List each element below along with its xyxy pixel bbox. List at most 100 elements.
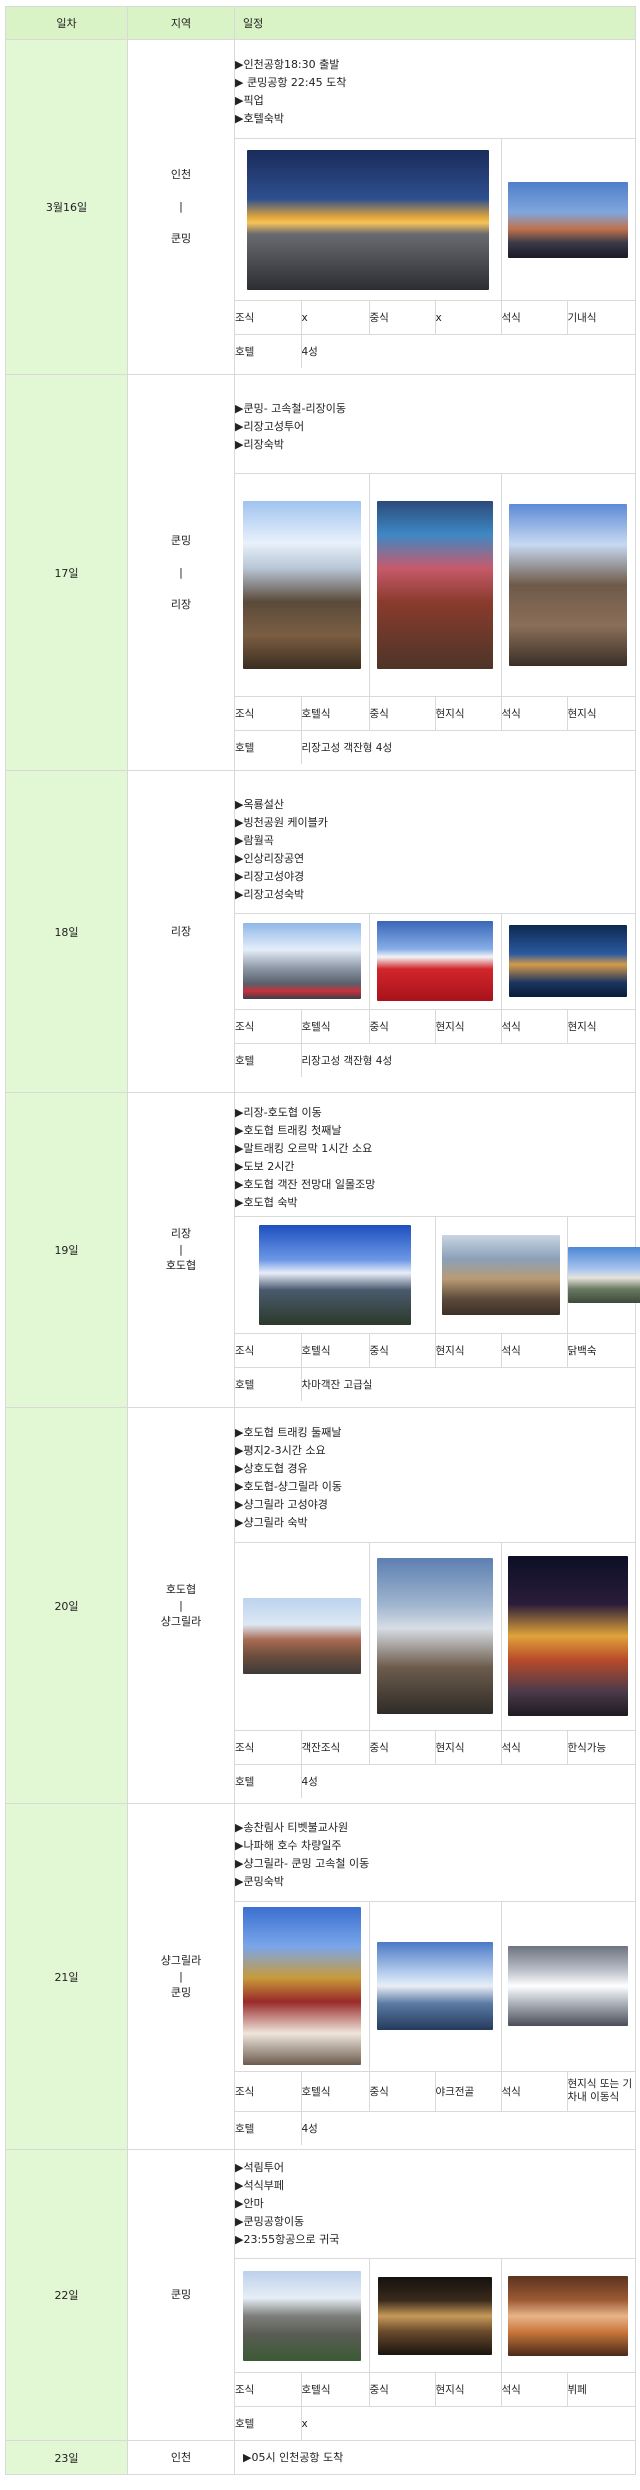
night-old-town-photo — [509, 925, 627, 997]
breakfast-value: 객잔조식 — [301, 1730, 369, 1764]
waterfall-photo — [377, 1558, 493, 1714]
photo-cell — [235, 2259, 369, 2373]
photo-cell — [369, 913, 501, 1009]
schedule-item: ▶쿤밍- 고속철-리장이동 — [235, 400, 635, 418]
schedule-cell: ▶석림투어 ▶석식부페 ▶안마 ▶쿤밍공항이동 ▶23:55항공으로 귀국 조식… — [235, 2150, 636, 2441]
monastery-photo — [243, 1907, 361, 2065]
header-row: 일차 지역 일정 — [6, 7, 636, 40]
gorge-horse-photo — [442, 1235, 560, 1315]
schedule-item: ▶리장-호도협 이동 — [235, 1104, 635, 1122]
schedule-cell: ▶리장-호도협 이동 ▶호도협 트래킹 첫째날 ▶말트래킹 오르막 1시간 소요… — [235, 1093, 636, 1408]
lunch-value: 현지식 — [435, 697, 501, 731]
schedule-items: ▶05시 인천공항 도착 — [235, 2449, 635, 2467]
region-sep: | — [128, 565, 234, 581]
schedule-item: ▶리장고성야경 — [235, 868, 635, 886]
schedule-item: ▶빙천공원 케이블카 — [235, 814, 635, 832]
lake-photo — [377, 1942, 493, 2030]
schedule-item: ▶말트래킹 오르막 1시간 소요 — [235, 1140, 635, 1158]
dinner-value: 뷔페 — [567, 2373, 635, 2407]
schedule-item: ▶평지2-3시간 소요 — [235, 1442, 635, 1460]
schedule-item: ▶쿤밍공항이동 — [235, 2213, 635, 2231]
day-label: 20일 — [6, 1408, 128, 1804]
day-row-1: 3월16일 인천 | 쿤밍 ▶인천공항18:30 출발 ▶ 쿤밍공항 22:45… — [6, 40, 636, 375]
hotel-label: 호텔 — [235, 1367, 301, 1401]
schedule-cell: ▶쿤밍- 고속철-리장이동 ▶리장고성투어 ▶리장숙박 조식 호텔식 중식 현지… — [235, 375, 636, 771]
photo-cell — [235, 139, 501, 301]
region-from: 샹그릴라 — [128, 1953, 234, 1969]
dinner-label: 석식 — [501, 301, 567, 335]
lunch-label: 중식 — [369, 1730, 435, 1764]
schedule-cell: ▶옥룡설산 ▶빙천공원 케이블카 ▶람월곡 ▶인상리장공연 ▶리장고성야경 ▶리… — [235, 771, 636, 1093]
dinner-value: 현지식 — [567, 697, 635, 731]
region-sep: | — [128, 1242, 234, 1258]
lunch-label: 중식 — [369, 2373, 435, 2407]
schedule-item: ▶호도협 숙박 — [235, 1194, 635, 1212]
hotel-value: 차마객잔 고급실 — [301, 1367, 635, 1401]
schedule-item: ▶석식부페 — [235, 2177, 635, 2195]
day-label: 17일 — [6, 375, 128, 771]
region-sep: | — [128, 1598, 234, 1614]
lunch-label: 중식 — [369, 301, 435, 335]
schedule-item: ▶샹그릴라 숙박 — [235, 1514, 635, 1532]
schedule-item: ▶호도협 트래킹 첫째날 — [235, 1122, 635, 1140]
photo-cell — [369, 474, 501, 697]
breakfast-value: 호텔식 — [301, 1009, 369, 1043]
region-cell: 호도협 | 샹그릴라 — [128, 1408, 235, 1804]
schedule-item: ▶호도협-샹그릴라 이동 — [235, 1478, 635, 1496]
photo-cell — [235, 913, 369, 1009]
hotel-value: 리장고성 객잔형 4성 — [301, 731, 635, 765]
region-name: 쿤밍 — [128, 2287, 234, 2303]
region-cell: 샹그릴라 | 쿤밍 — [128, 1804, 235, 2150]
day-row-7: 22일 쿤밍 ▶석림투어 ▶석식부페 ▶안마 ▶쿤밍공항이동 ▶23:55항공으… — [6, 2150, 636, 2441]
schedule-item: ▶ 쿤밍공항 22:45 도착 — [235, 74, 635, 92]
schedule-items: ▶호도협 트래킹 둘째날 ▶평지2-3시간 소요 ▶상호도협 경유 ▶호도협-샹… — [235, 1414, 635, 1543]
day-label: 3월16일 — [6, 40, 128, 375]
header-schedule: 일정 — [235, 7, 636, 40]
region-cell: 인천 | 쿤밍 — [128, 40, 235, 375]
schedule-item: ▶리장고성숙박 — [235, 886, 635, 904]
schedule-item: ▶상호도협 경유 — [235, 1460, 635, 1478]
schedule-item: ▶23:55항공으로 귀국 — [235, 2231, 635, 2249]
city-photo — [508, 182, 628, 258]
hotel-label: 호텔 — [235, 1764, 301, 1798]
theater-photo — [378, 2277, 492, 2355]
dinner-value: 닭백숙 — [567, 1333, 635, 1367]
schedule-cell: ▶인천공항18:30 출발 ▶ 쿤밍공항 22:45 도착 ▶픽업 ▶호텔숙박 … — [235, 40, 636, 375]
photo-cell — [369, 2259, 501, 2373]
dinner-label: 석식 — [501, 1333, 567, 1367]
photo-cell — [435, 1216, 567, 1333]
hotel-value: 리장고성 객잔형 4성 — [301, 1043, 635, 1077]
dinner-label: 석식 — [501, 1009, 567, 1043]
region-to: 리장 — [128, 597, 234, 613]
hotel-value: 4성 — [301, 335, 635, 369]
header-region: 지역 — [128, 7, 235, 40]
lunch-label: 중식 — [369, 1009, 435, 1043]
schedule-item: ▶옥룡설산 — [235, 796, 635, 814]
schedule-item: ▶호텔숙박 — [235, 110, 635, 128]
day-row-4: 19일 리장 | 호도협 ▶리장-호도협 이동 ▶호도협 트래킹 첫째날 ▶말트… — [6, 1093, 636, 1408]
schedule-cell: ▶05시 인천공항 도착 — [235, 2441, 636, 2475]
schedule-item: ▶05시 인천공항 도착 — [243, 2449, 627, 2467]
hotel-label: 호텔 — [235, 2407, 301, 2441]
region-cell: 리장 | 호도협 — [128, 1093, 235, 1408]
photo-cell — [501, 1542, 635, 1730]
header-day: 일차 — [6, 7, 128, 40]
breakfast-label: 조식 — [235, 301, 301, 335]
day-label: 23일 — [6, 2441, 128, 2475]
lunch-value: x — [435, 301, 501, 335]
dinner-value: 현지식 — [567, 1009, 635, 1043]
day-label: 18일 — [6, 771, 128, 1093]
schedule-item: ▶호도협 객잔 전망대 일몰조망 — [235, 1176, 635, 1194]
schedule-item: ▶픽업 — [235, 92, 635, 110]
photo-cell — [235, 1901, 369, 2071]
schedule-item: ▶석림투어 — [235, 2159, 635, 2177]
schedule-items: ▶석림투어 ▶석식부페 ▶안마 ▶쿤밍공항이동 ▶23:55항공으로 귀국 — [235, 2150, 635, 2259]
breakfast-label: 조식 — [235, 2373, 301, 2407]
region-cell: 인천 — [128, 2441, 235, 2475]
breakfast-label: 조식 — [235, 1333, 301, 1367]
hotel-value: 4성 — [301, 2111, 635, 2145]
photo-cell — [369, 1901, 501, 2071]
dinner-value: 현지식 또는 기차내 이동식 — [567, 2071, 635, 2111]
region-from: 호도협 — [128, 1582, 234, 1598]
dinner-value: 기내식 — [567, 301, 635, 335]
